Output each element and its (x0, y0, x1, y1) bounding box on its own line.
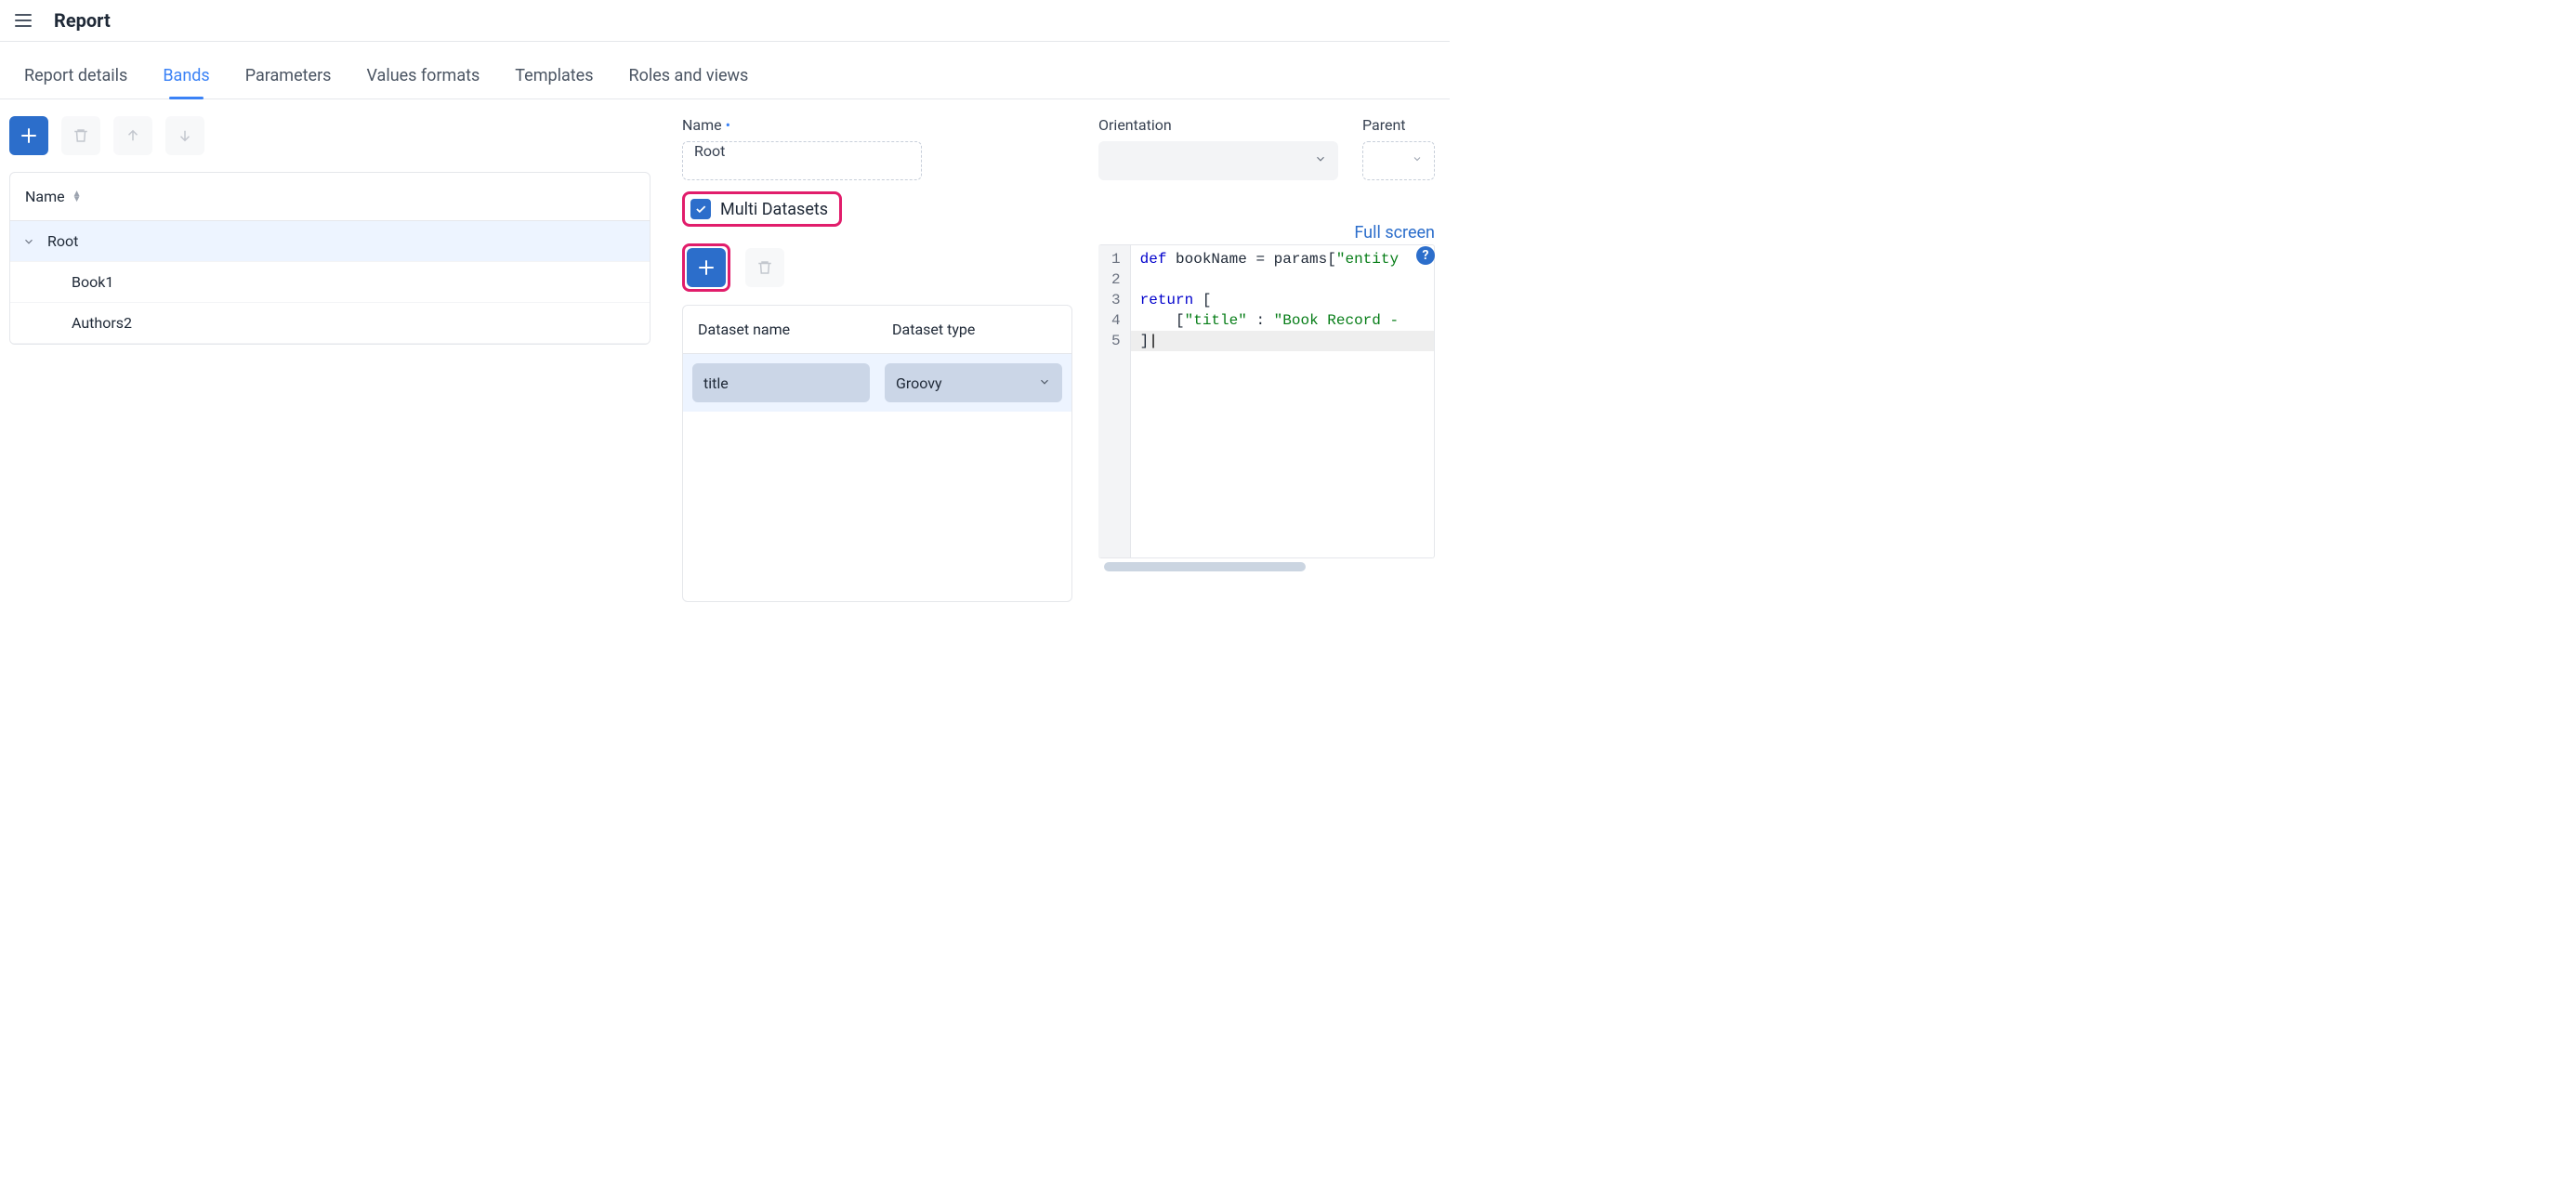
band-row-label: Authors2 (21, 314, 132, 332)
band-row[interactable]: Authors2 (10, 303, 650, 344)
dataset-name-field[interactable]: title (692, 363, 870, 402)
dataset-type-header: Dataset type (877, 306, 1071, 353)
tab-report-details[interactable]: Report details (19, 55, 133, 98)
chevron-down-icon (1412, 153, 1423, 168)
full-screen-link[interactable]: Full screen (1354, 223, 1435, 243)
chevron-down-icon (1314, 152, 1327, 169)
add-band-button[interactable] (9, 116, 48, 155)
tab-parameters[interactable]: Parameters (240, 55, 337, 98)
help-icon[interactable]: ? (1416, 246, 1435, 265)
page-title: Report (54, 9, 111, 32)
tab-values-formats[interactable]: Values formats (361, 55, 485, 98)
band-tree-table: Name ▲▼ Root Book1 Authors2 (9, 172, 651, 345)
hamburger-menu-icon[interactable] (15, 9, 37, 32)
dataset-name-header: Dataset name (683, 306, 877, 353)
band-tree-column-name: Name (25, 188, 65, 205)
parent-select[interactable] (1362, 141, 1435, 180)
dataset-type-select[interactable]: Groovy (885, 363, 1062, 402)
add-dataset-button[interactable] (687, 248, 726, 287)
tab-roles-and-views[interactable]: Roles and views (624, 55, 755, 98)
tab-bands[interactable]: Bands (157, 55, 215, 98)
band-row-label: Book1 (21, 273, 113, 291)
chevron-down-icon (1038, 374, 1051, 392)
delete-band-button[interactable] (61, 116, 100, 155)
name-field[interactable]: Root (682, 141, 922, 180)
band-row[interactable]: Root (10, 221, 650, 262)
orientation-field-label: Orientation (1098, 116, 1338, 134)
delete-dataset-button[interactable] (745, 248, 784, 287)
tab-templates[interactable]: Templates (509, 55, 598, 98)
orientation-select[interactable] (1098, 141, 1338, 180)
name-field-label: Name• (682, 116, 922, 134)
check-icon (690, 199, 711, 219)
add-dataset-highlight (682, 243, 730, 292)
code-gutter: 12345 (1098, 245, 1131, 557)
dataset-row[interactable]: title Groovy (683, 354, 1071, 412)
code-editor[interactable]: ? 12345 def bookName = params["entityret… (1098, 244, 1435, 571)
datasets-table: Dataset name Dataset type title Groovy (682, 305, 1072, 602)
band-tree-header[interactable]: Name ▲▼ (10, 173, 650, 221)
band-row-label: Root (47, 232, 78, 250)
sort-icon: ▲▼ (72, 191, 82, 203)
parent-field-label: Parent (1362, 116, 1435, 134)
multi-datasets-checkbox[interactable]: Multi Datasets (682, 191, 842, 227)
tabs-bar: Report details Bands Parameters Values form… (0, 55, 1450, 99)
chevron-down-icon[interactable] (21, 234, 36, 249)
multi-datasets-label: Multi Datasets (720, 200, 828, 219)
move-down-button[interactable] (165, 116, 204, 155)
band-row[interactable]: Book1 (10, 262, 650, 303)
code-horizontal-scrollbar[interactable] (1104, 562, 1429, 571)
move-up-button[interactable] (113, 116, 152, 155)
